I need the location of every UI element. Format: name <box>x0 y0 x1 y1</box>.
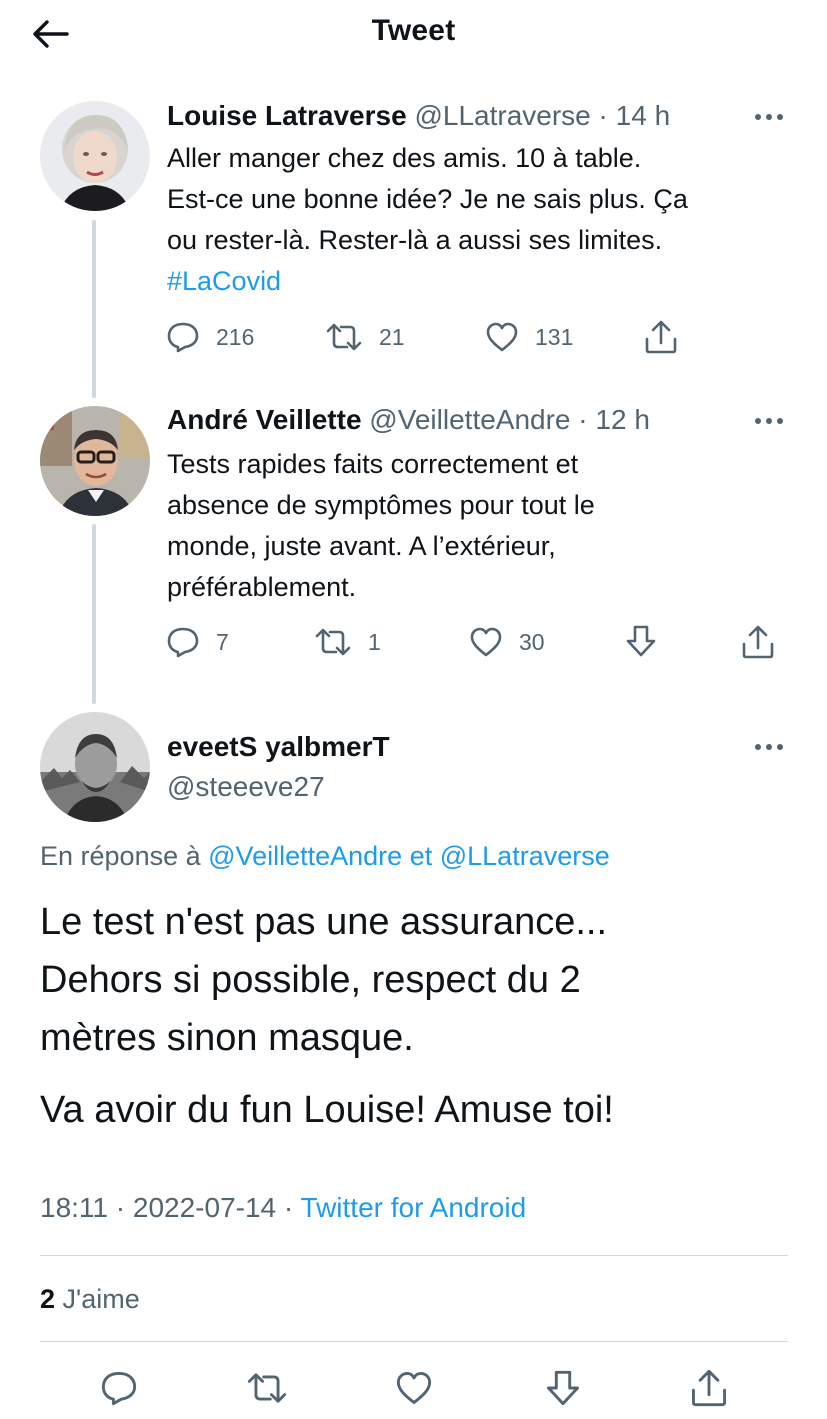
retweet-button[interactable] <box>245 1366 289 1410</box>
bookmark-button[interactable] <box>625 624 657 658</box>
author-name[interactable]: André Veillette <box>167 404 362 435</box>
like-button[interactable] <box>392 1366 436 1410</box>
tweet-text: Tests rapides faits correctement et abse… <box>167 444 595 608</box>
divider <box>40 1341 788 1342</box>
bookmark-button[interactable] <box>541 1366 585 1410</box>
tweet-text-line: Est-ce une bonne idée? Je ne sais plus. … <box>167 184 688 214</box>
comment-icon <box>101 1372 137 1406</box>
share-icon <box>645 320 677 354</box>
heart-icon <box>470 627 502 657</box>
more-dots-icon <box>755 114 783 120</box>
likes-summary[interactable]: 2 J'aime <box>40 1282 140 1316</box>
separator: · <box>578 404 588 435</box>
divider <box>40 1255 788 1256</box>
retweet-count: 1 <box>368 628 381 655</box>
tweet-header: André Veillette @VeilletteAndre · 12 h <box>167 403 650 437</box>
tweet-time[interactable]: 18:11 <box>40 1192 108 1223</box>
more-dots-icon <box>755 418 783 424</box>
reply-count: 7 <box>216 628 229 655</box>
tweet-text-line: absence de symptômes pour tout le <box>167 490 595 520</box>
reply-prefix: En réponse à <box>40 841 201 871</box>
share-button[interactable] <box>644 319 678 355</box>
avatar[interactable] <box>40 101 150 211</box>
avatar[interactable] <box>40 712 150 822</box>
heart-icon <box>396 1372 432 1404</box>
reply-count: 216 <box>216 323 255 350</box>
reply-button[interactable]: 216 <box>166 321 254 353</box>
separator: · <box>598 100 608 131</box>
author-handle[interactable]: @LLatraverse <box>414 100 590 131</box>
thread-line <box>92 220 96 398</box>
reply-and: et <box>409 841 433 871</box>
heart-icon <box>486 322 518 352</box>
comment-icon <box>167 322 199 353</box>
top-bar: Tweet <box>0 0 827 70</box>
more-button[interactable] <box>749 737 789 757</box>
tweet-text-line: monde, juste avant. A l’extérieur, <box>167 531 556 561</box>
thread-line <box>92 524 96 704</box>
tweet-text-line: Va avoir du fun Louise! Amuse toi! <box>40 1089 614 1131</box>
tweet-source-link[interactable]: Twitter for Android <box>301 1192 527 1223</box>
comment-icon <box>167 627 199 658</box>
reply-button[interactable]: 7 <box>166 626 229 658</box>
tweet-header: Louise Latraverse @LLatraverse · 14 h <box>167 99 670 133</box>
tweet-text-line: Tests rapides faits correctement et <box>167 449 579 479</box>
separator: · <box>283 1192 294 1223</box>
avatar[interactable] <box>40 406 150 516</box>
tweet-text: Le test n'est pas une assurance... Dehor… <box>40 893 614 1139</box>
share-button[interactable] <box>687 1366 731 1410</box>
retweet-icon <box>326 323 362 351</box>
like-button[interactable]: 30 <box>469 626 545 658</box>
like-button[interactable]: 131 <box>485 321 573 353</box>
retweet-icon <box>315 628 351 656</box>
reply-button[interactable] <box>97 1366 141 1410</box>
page-title: Tweet <box>371 14 456 47</box>
hashtag-link[interactable]: #LaCovid <box>167 261 688 302</box>
retweet-button[interactable]: 1 <box>314 626 381 658</box>
share-icon <box>742 625 774 659</box>
mention-link[interactable]: @VeilletteAndre <box>208 841 402 871</box>
share-icon <box>692 1369 726 1407</box>
tweet-text-line: Dehors si possible, respect du 2 <box>40 959 581 1001</box>
retweet-icon <box>247 1373 287 1403</box>
likes-label: J'aime <box>62 1284 140 1314</box>
retweet-button[interactable]: 21 <box>325 321 405 353</box>
author-name[interactable]: eveetS yalbmerT <box>167 730 390 764</box>
like-count: 30 <box>519 628 545 655</box>
author-name[interactable]: Louise Latraverse <box>167 100 407 131</box>
more-dots-icon <box>755 744 783 750</box>
tweet-date[interactable]: 2022-07-14 <box>133 1192 276 1223</box>
author-handle[interactable]: @steeeve27 <box>167 770 325 804</box>
separator: · <box>115 1192 126 1223</box>
tweet-text-line: Aller manger chez des amis. 10 à table. <box>167 143 642 173</box>
tweet-timestamp: 18:11 · 2022-07-14 · Twitter for Android <box>40 1190 526 1226</box>
tweet-text-line: mètres sinon masque. <box>40 1017 414 1059</box>
retweet-count: 21 <box>379 323 405 350</box>
tweet-text-line: ou rester-là. Rester-là a aussi ses limi… <box>167 225 663 255</box>
author-handle[interactable]: @VeilletteAndre <box>369 404 570 435</box>
tweet-time[interactable]: 14 h <box>616 100 671 131</box>
tweet-text: Aller manger chez des amis. 10 à table. … <box>167 138 688 302</box>
bookmark-download-icon <box>626 625 656 657</box>
tweet-text-line: Le test n'est pas une assurance... <box>40 901 608 943</box>
likes-count: 2 <box>40 1284 56 1314</box>
mention-link[interactable]: @LLatraverse <box>440 841 610 871</box>
tweet-time[interactable]: 12 h <box>595 404 650 435</box>
share-button[interactable] <box>741 624 775 660</box>
tweet-text-line: préférablement. <box>167 572 357 602</box>
like-count: 131 <box>535 323 574 350</box>
more-button[interactable] <box>749 411 789 431</box>
more-button[interactable] <box>749 107 789 127</box>
reply-context: En réponse à @VeilletteAndre et @LLatrav… <box>40 838 610 874</box>
bookmark-download-icon <box>547 1370 579 1406</box>
